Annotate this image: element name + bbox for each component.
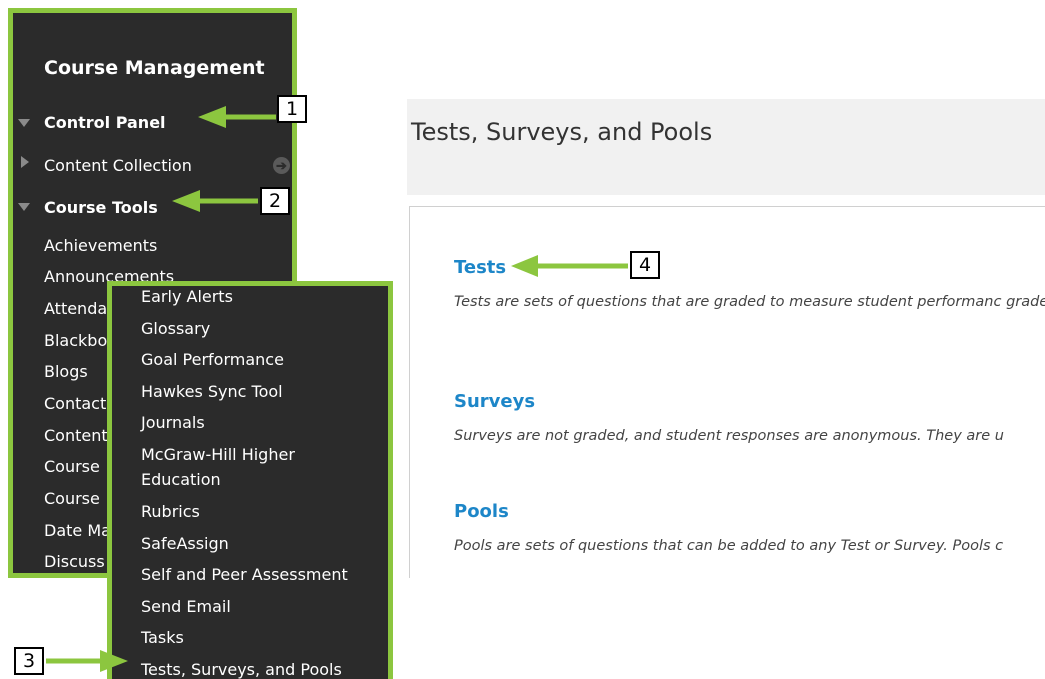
menu-item-rubrics[interactable]: Rubrics [141,499,200,524]
menu-item-goal-performance[interactable]: Goal Performance [141,347,284,372]
surveys-link[interactable]: Surveys [454,391,535,412]
callout-1: 1 [277,95,307,123]
course-tools-menu: Early Alerts Glossary Goal Performance H… [107,281,393,679]
arrow-right-circle-icon[interactable]: ➔ [273,157,290,174]
expand-triangle-icon[interactable] [21,156,29,168]
control-panel-heading[interactable]: Control Panel [44,113,166,132]
collapse-triangle-icon[interactable] [18,203,30,211]
menu-item-send-email[interactable]: Send Email [141,594,231,619]
menu-item-tests-surveys-pools[interactable]: Tests, Surveys, and Pools [141,657,342,679]
course-tool-item[interactable]: Course [44,489,100,508]
course-tool-item[interactable]: Content [44,426,108,445]
pools-description: Pools are sets of questions that can be … [454,538,1004,554]
callout-3: 3 [14,647,44,675]
surveys-description: Surveys are not graded, and student resp… [454,428,1004,444]
menu-item-safeassign[interactable]: SafeAssign [141,531,229,556]
tests-description: Tests are sets of questions that are gra… [454,294,1045,310]
callout-4: 4 [630,251,660,279]
menu-item-glossary[interactable]: Glossary [141,316,210,341]
tests-link[interactable]: Tests [454,257,506,278]
menu-item-journals[interactable]: Journals [141,410,205,435]
course-tool-item[interactable]: Course [44,457,100,476]
course-tool-item[interactable]: Blogs [44,362,88,381]
course-tools-heading[interactable]: Course Tools [44,198,158,217]
course-tool-item[interactable]: Attenda [44,299,107,318]
menu-item-mcgraw-hill-line2[interactable]: Education [141,467,221,492]
course-tool-item[interactable]: Achievements [44,236,157,255]
menu-item-tasks[interactable]: Tasks [141,625,184,650]
menu-item-early-alerts[interactable]: Early Alerts [141,286,233,309]
menu-item-hawkes-sync-tool[interactable]: Hawkes Sync Tool [141,379,283,404]
content-area: Tests Tests are sets of questions that a… [409,206,1045,578]
collapse-triangle-icon[interactable] [18,119,30,127]
course-tool-item[interactable]: Discuss [44,552,105,571]
menu-item-self-peer-assessment[interactable]: Self and Peer Assessment [141,562,348,587]
content-collection-link[interactable]: Content Collection [44,156,192,175]
page-title: Tests, Surveys, and Pools [411,118,713,146]
pools-link[interactable]: Pools [454,501,509,522]
callout-2: 2 [260,187,290,215]
course-tool-item[interactable]: Blackbo [44,331,107,350]
menu-item-mcgraw-hill[interactable]: McGraw-Hill Higher [141,442,295,467]
course-management-title: Course Management [44,57,265,79]
course-tool-item[interactable]: Contact [44,394,106,413]
course-tool-item[interactable]: Date Ma [44,521,111,540]
page-header: Tests, Surveys, and Pools [407,99,1045,195]
